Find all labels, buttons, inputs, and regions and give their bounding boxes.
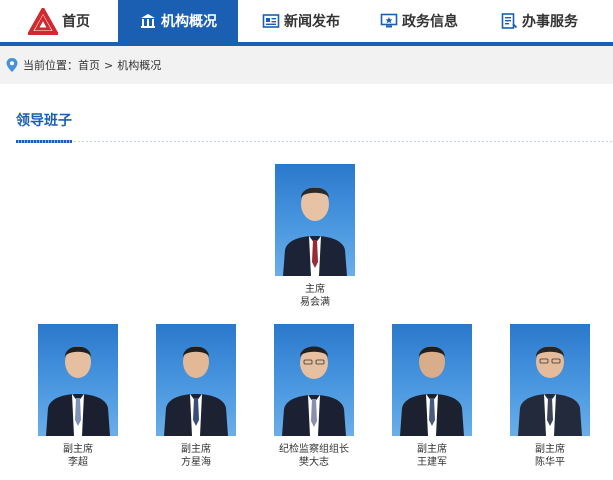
institution-icon bbox=[139, 12, 157, 30]
leader-card[interactable]: 副主席 李超 bbox=[18, 324, 138, 470]
leader-name[interactable]: 樊大志 bbox=[254, 456, 374, 470]
csrc-logo[interactable] bbox=[28, 8, 58, 36]
breadcrumb-separator: > bbox=[104, 58, 114, 72]
gov-info-icon bbox=[380, 12, 398, 30]
nav-institution[interactable]: 机构概况 bbox=[118, 0, 238, 42]
leader-card[interactable]: 副主席 方星海 bbox=[136, 324, 256, 470]
leader-role: 副主席 bbox=[63, 444, 93, 455]
leader-name[interactable]: 方星海 bbox=[136, 456, 256, 470]
leader-name[interactable]: 李超 bbox=[18, 456, 138, 470]
title-underline bbox=[16, 140, 72, 143]
location-pin-icon bbox=[6, 58, 18, 72]
service-icon bbox=[500, 12, 518, 30]
leader-photo[interactable] bbox=[392, 324, 472, 436]
breadcrumb-current[interactable]: 机构概况 bbox=[117, 57, 161, 73]
nav-service[interactable]: 办事服务 bbox=[500, 0, 578, 42]
breadcrumb: 当前位置： 首页 > 机构概况 bbox=[0, 46, 613, 84]
leader-role: 副主席 bbox=[417, 444, 447, 455]
news-icon bbox=[262, 12, 280, 30]
breadcrumb-prefix: 当前位置： bbox=[23, 59, 78, 72]
nav-institution-label: 机构概况 bbox=[161, 14, 217, 30]
nav-gov-info-label: 政务信息 bbox=[402, 14, 458, 30]
leader-name[interactable]: 易会满 bbox=[255, 296, 375, 310]
leader-photo[interactable] bbox=[510, 324, 590, 436]
nav-news-label: 新闻发布 bbox=[284, 14, 340, 30]
leader-photo[interactable] bbox=[274, 324, 354, 436]
nav-service-label: 办事服务 bbox=[522, 14, 578, 30]
leader-photo[interactable] bbox=[275, 164, 355, 276]
leader-role: 副主席 bbox=[535, 444, 565, 455]
nav-gov-info[interactable]: 政务信息 bbox=[380, 0, 458, 42]
nav-news[interactable]: 新闻发布 bbox=[262, 0, 340, 42]
top-nav: 首页 机构概况 新闻发布 政务信息 办事服务 bbox=[0, 0, 613, 42]
leader-name[interactable]: 王建军 bbox=[372, 456, 492, 470]
title-divider bbox=[74, 141, 613, 142]
nav-home[interactable]: 首页 bbox=[62, 0, 118, 42]
leader-card[interactable]: 副主席 陈华平 bbox=[490, 324, 610, 470]
leader-card[interactable]: 主席 易会满 bbox=[255, 164, 375, 310]
leader-role: 主席 bbox=[305, 284, 325, 295]
nav-home-label: 首页 bbox=[62, 14, 90, 30]
leader-role: 纪检监察组组长 bbox=[279, 444, 349, 455]
leader-name[interactable]: 陈华平 bbox=[490, 456, 610, 470]
leader-role: 副主席 bbox=[181, 444, 211, 455]
section-title: 领导班子 bbox=[16, 113, 72, 129]
breadcrumb-home[interactable]: 首页 bbox=[78, 57, 100, 73]
leader-photo[interactable] bbox=[156, 324, 236, 436]
leader-card[interactable]: 副主席 王建军 bbox=[372, 324, 492, 470]
leader-photo[interactable] bbox=[38, 324, 118, 436]
leader-card[interactable]: 纪检监察组组长 樊大志 bbox=[254, 324, 374, 470]
